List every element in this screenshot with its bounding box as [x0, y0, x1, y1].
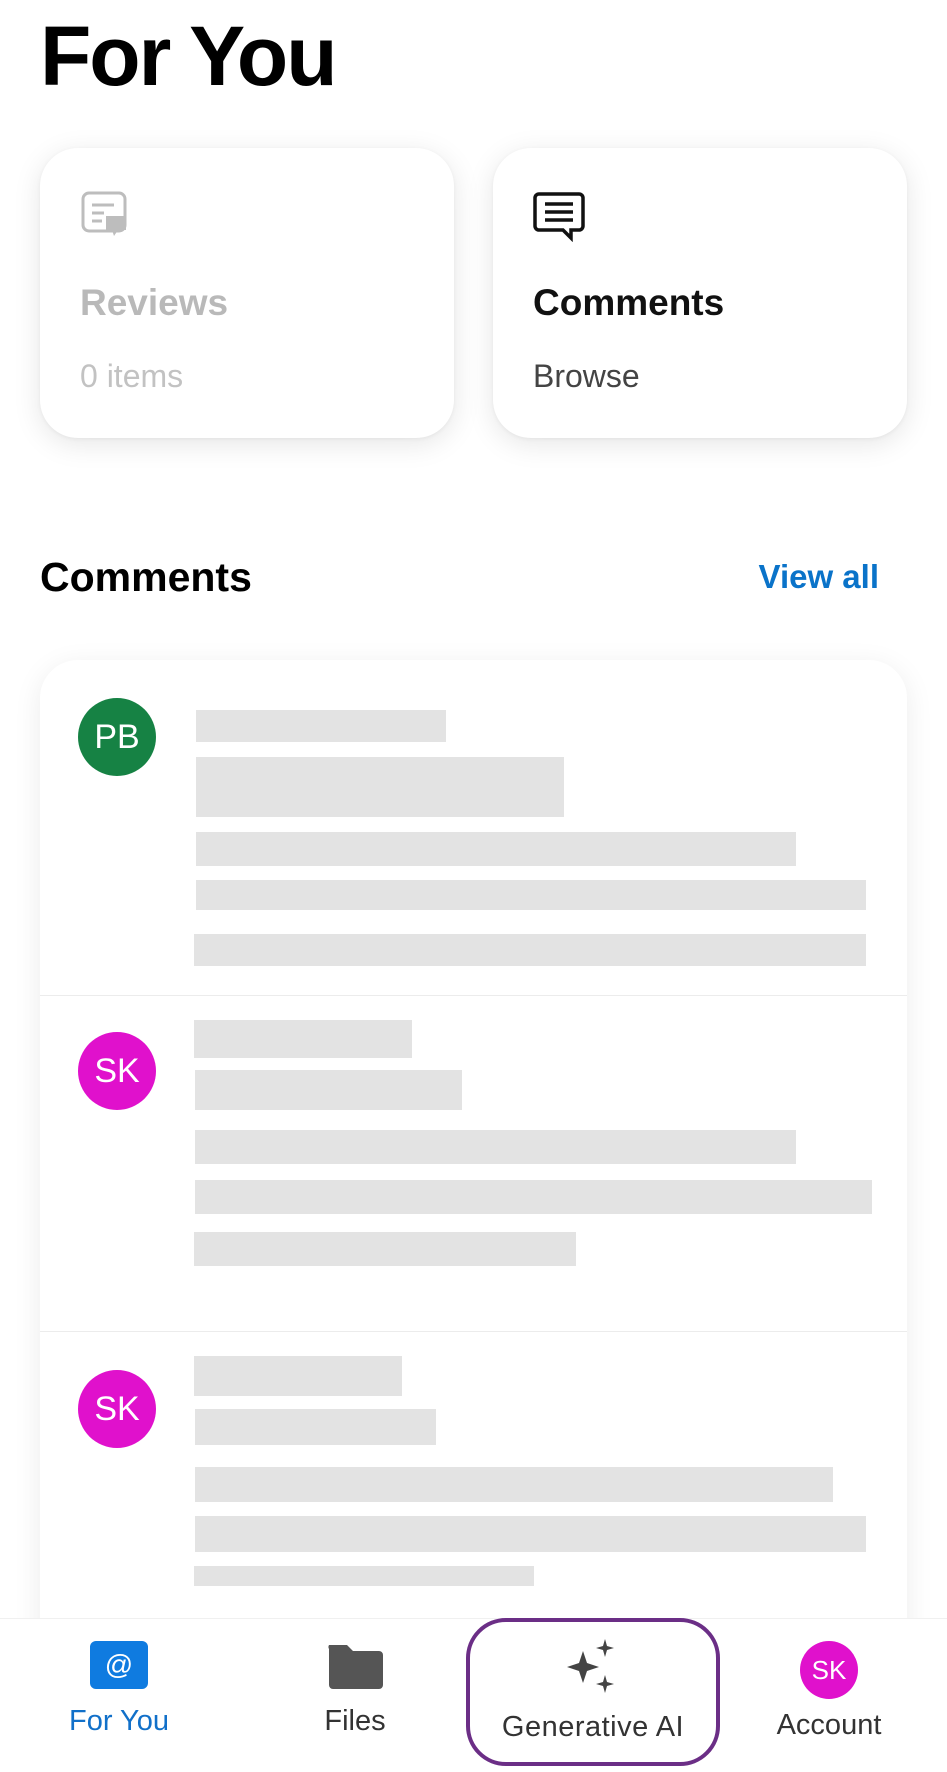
comments-list: PB SK SK [40, 660, 907, 1660]
reviews-card-title: Reviews [80, 282, 229, 323]
nav-item-files[interactable]: Files [290, 1619, 420, 1772]
skeleton-line [194, 1020, 412, 1058]
avatar: SK [78, 1370, 156, 1448]
skeleton-line [195, 1130, 796, 1164]
nav-label: Files [324, 1705, 386, 1737]
skeleton-line [195, 1409, 436, 1445]
skeleton-line [196, 832, 796, 866]
skeleton-line [195, 1516, 866, 1552]
reviews-icon [80, 190, 132, 242]
nav-item-account[interactable]: SK Account [760, 1619, 898, 1772]
skeleton-line [196, 757, 564, 817]
skeleton-line [195, 1467, 833, 1502]
comments-card-browse: Browse [533, 358, 640, 394]
skeleton-line [194, 1566, 534, 1586]
skeleton-line [196, 710, 446, 742]
skeleton-line [195, 1180, 872, 1214]
skeleton-line [194, 1232, 576, 1266]
nav-item-for-you[interactable]: @ For You [40, 1619, 198, 1772]
avatar: SK [78, 1032, 156, 1110]
reviews-card[interactable]: Reviews 0 items [40, 148, 454, 438]
skeleton-line [196, 880, 866, 910]
reviews-card-count: 0 items [80, 358, 184, 394]
nav-label: Account [776, 1709, 882, 1741]
avatar: SK [800, 1641, 858, 1699]
avatar: PB [78, 698, 156, 776]
view-all-link[interactable]: View all [759, 558, 879, 596]
list-item[interactable]: PB [40, 660, 907, 996]
list-item[interactable]: SK [40, 1332, 907, 1660]
skeleton-line [194, 1356, 402, 1396]
skeleton-line [195, 1070, 462, 1110]
generative-ai-highlight-outline [466, 1618, 720, 1766]
nav-label: For You [69, 1705, 169, 1737]
at-sign-icon: @ [90, 1641, 148, 1689]
skeleton-line [194, 934, 866, 966]
page-title: For You [40, 9, 338, 103]
list-item[interactable]: SK [40, 996, 907, 1332]
folder-icon [325, 1641, 385, 1696]
comments-card[interactable]: Comments Browse [493, 148, 907, 438]
for-you-screen: For You Reviews 0 items Comments Browse … [0, 0, 947, 1772]
comments-card-title: Comments [533, 282, 725, 323]
comments-section-title: Comments [40, 554, 252, 600]
comments-icon [533, 190, 585, 243]
